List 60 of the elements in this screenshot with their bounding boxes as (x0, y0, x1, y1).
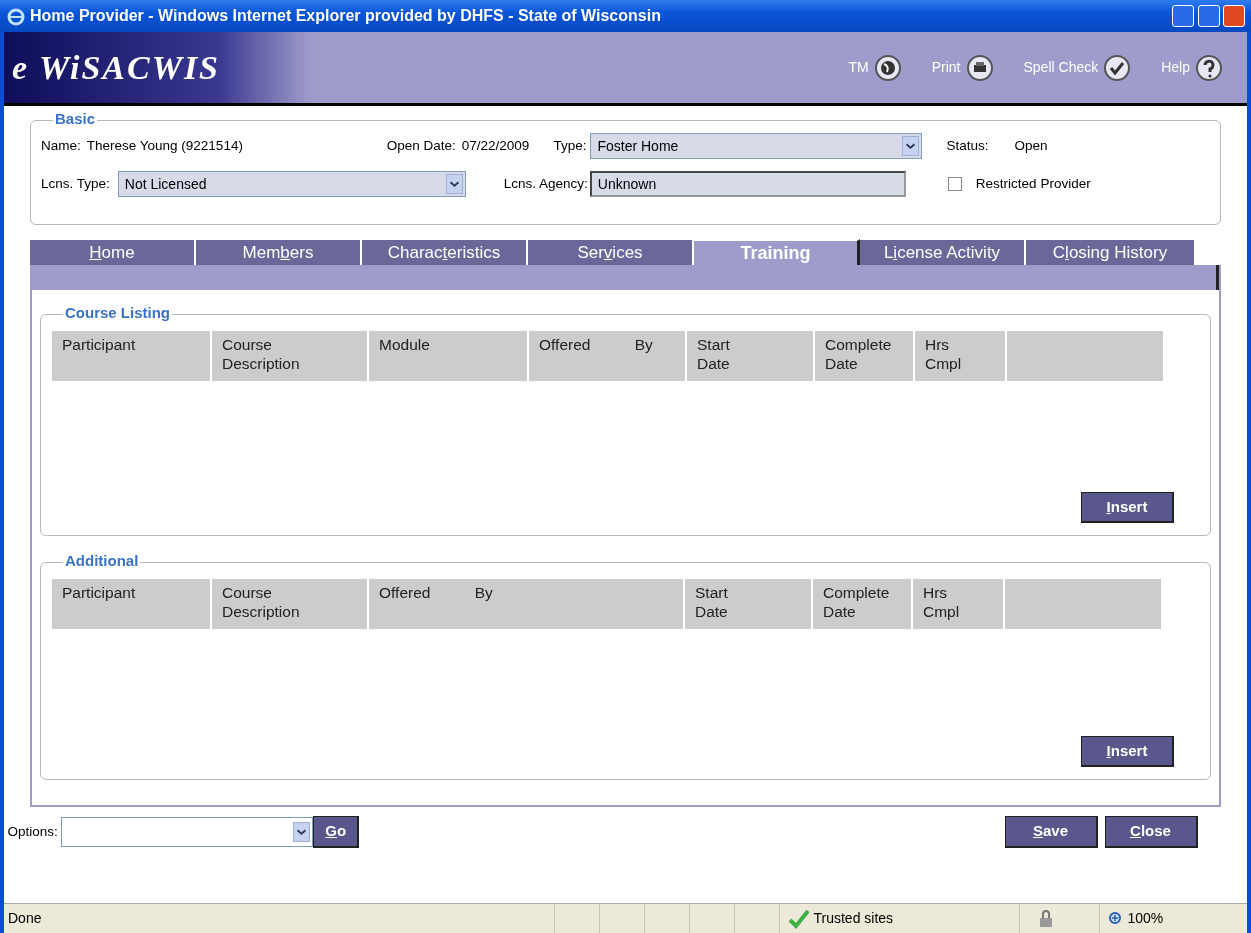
options-dropdown[interactable] (61, 817, 314, 847)
section-legend: Course Listing (63, 304, 172, 322)
field-label: Status: (946, 136, 989, 155)
column-header: Course Description (212, 331, 369, 381)
restricted-provider-checkbox[interactable] (947, 177, 962, 191)
window-title: Home Provider - Windows Internet Explorer provided by DHFS - State of Wisconsin (30, 6, 661, 26)
column-header: Participant (52, 579, 212, 629)
field-value: Therese Young (9221514) (86, 136, 244, 155)
tab[interactable]: Home (30, 240, 196, 265)
toolbar-button[interactable]: TM (842, 52, 908, 83)
spell-check-icon (1103, 53, 1132, 82)
save-button[interactable]: Save (1004, 816, 1098, 848)
field-label: Lcns. Type: (41, 174, 110, 193)
column-header: Hrs Cmpl (913, 579, 1005, 629)
go-button[interactable]: Go (313, 816, 360, 848)
field-label: Name: (41, 136, 81, 155)
column-header: Hrs Cmpl (915, 331, 1007, 381)
field-value: Open (1014, 136, 1048, 155)
column-header: Module (369, 331, 529, 381)
printer-icon (965, 53, 994, 82)
column-header: Participant (52, 331, 212, 381)
tab[interactable]: Services (528, 240, 694, 265)
options-label: Options: (7, 822, 58, 841)
column-header: Offered By (529, 331, 687, 381)
toolbar-button[interactable]: Spell Check (1017, 52, 1138, 83)
maximize-button[interactable] (1197, 5, 1220, 27)
tab[interactable]: Closing History (1026, 240, 1196, 265)
field-value: 07/22/2009 (461, 136, 530, 155)
globe-icon (873, 53, 902, 82)
column-header: Complete Date (815, 331, 915, 381)
browser-logo-icon (6, 6, 26, 26)
column-header: Complete Date (813, 579, 913, 629)
field-label: Lcns. Agency: (503, 174, 588, 193)
column-header: Start Date (685, 579, 813, 629)
toolbar-button[interactable]: Print (925, 52, 1000, 83)
zoom-level[interactable]: 100% (1127, 908, 1164, 929)
column-header: Start Date (687, 331, 815, 381)
license-type-dropdown[interactable]: Not Licensed (117, 171, 466, 197)
type-dropdown[interactable]: Foster Home (590, 133, 923, 159)
column-header: Offered By (369, 579, 685, 629)
security-zone-text: Trusted sites (813, 909, 894, 928)
tab[interactable]: Training (694, 239, 860, 265)
close-button[interactable]: Close (1104, 816, 1198, 848)
insert-button[interactable]: Insert (1081, 735, 1174, 767)
zoom-icon (1108, 910, 1124, 927)
checkbox-label: Restricted Provider (975, 174, 1091, 193)
help-icon (1195, 53, 1223, 82)
close-window-button[interactable] (1223, 5, 1245, 27)
license-agency-field[interactable]: Unknown (589, 171, 906, 197)
tab[interactable]: Characteristics (362, 240, 528, 265)
insert-button[interactable]: Insert (1081, 491, 1174, 523)
minimize-button[interactable] (1172, 5, 1194, 27)
toolbar-button[interactable]: Help (1155, 52, 1229, 83)
column-header: Course Description (212, 579, 369, 629)
field-label: Open Date: (386, 136, 456, 155)
tab[interactable]: License Activity (860, 240, 1026, 265)
status-text: Done (7, 909, 43, 928)
field-label: Type: (553, 136, 587, 155)
tab[interactable]: Members (196, 240, 362, 265)
checkmark-icon (788, 908, 810, 929)
